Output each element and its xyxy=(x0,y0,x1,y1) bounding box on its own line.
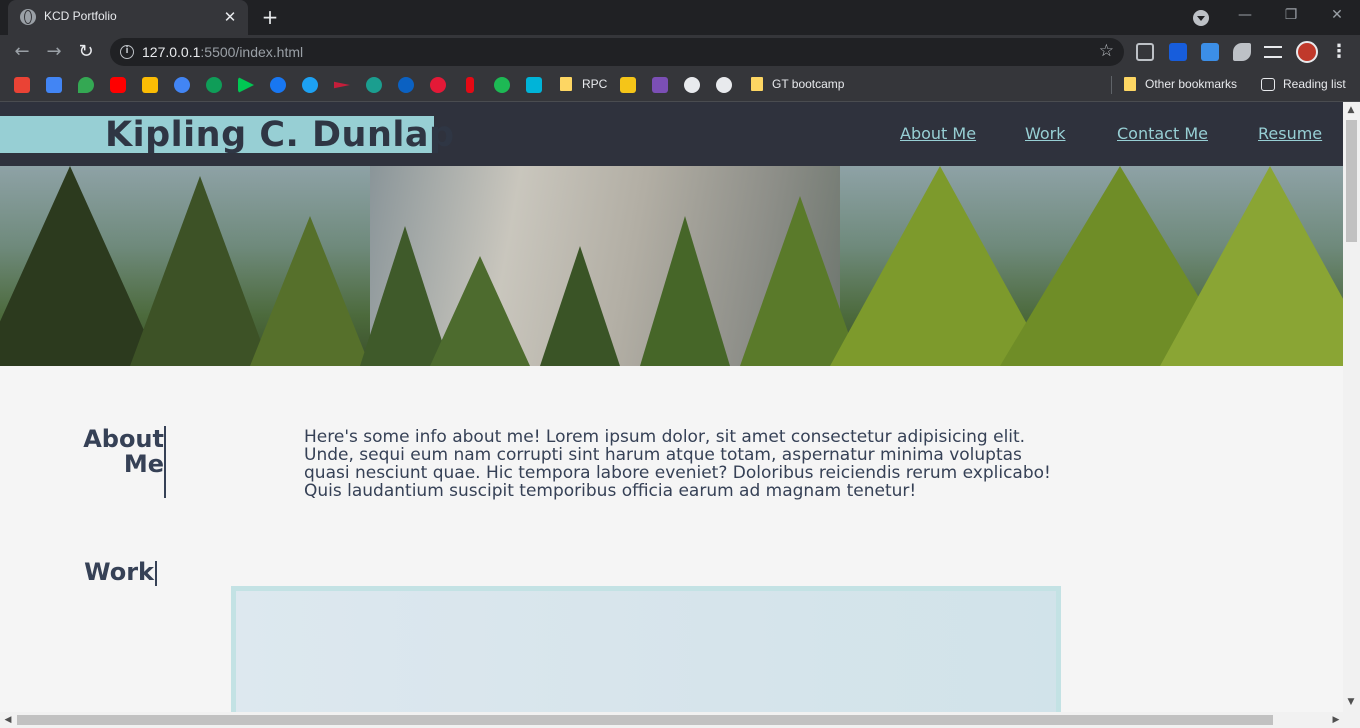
reading-list[interactable]: Reading list xyxy=(1283,77,1346,91)
cast-extension-icon[interactable] xyxy=(1136,43,1154,61)
back-icon[interactable]: ← xyxy=(10,40,34,64)
tab-strip: KCD Portfolio ✕ + — ❐ ✕ xyxy=(0,0,1360,35)
maps-icon[interactable] xyxy=(78,77,94,93)
nav-work[interactable]: Work xyxy=(1025,124,1066,143)
gmail-icon[interactable] xyxy=(14,77,30,93)
news-icon[interactable] xyxy=(430,77,446,93)
folder-icon xyxy=(1124,77,1136,91)
folder-icon xyxy=(560,77,572,91)
profile-avatar[interactable] xyxy=(1296,41,1318,63)
globe-icon[interactable] xyxy=(684,77,700,93)
restore-button[interactable]: ❐ xyxy=(1276,4,1306,28)
nav-about-me[interactable]: About Me xyxy=(900,124,976,143)
other-bookmarks[interactable]: Other bookmarks xyxy=(1145,77,1237,91)
nav-resume[interactable]: Resume xyxy=(1258,124,1322,143)
close-window-button[interactable]: ✕ xyxy=(1322,4,1352,28)
vertical-scroll-thumb[interactable] xyxy=(1346,120,1357,242)
bookmark-star-icon[interactable]: ☆ xyxy=(1099,41,1114,61)
site-header: Kipling C. Dunlap About Me Work Contact … xyxy=(0,102,1343,166)
spotify-icon[interactable] xyxy=(494,77,510,93)
bookmarks-divider xyxy=(1111,76,1112,94)
bookmark-gt-bootcamp[interactable]: GT bootcamp xyxy=(772,77,844,91)
nav-contact-me[interactable]: Contact Me xyxy=(1117,124,1208,143)
bluebook-icon[interactable] xyxy=(398,77,414,93)
messages-icon[interactable] xyxy=(174,77,190,93)
photos-icon[interactable] xyxy=(206,77,222,93)
browser-toolbar: ← → ↻ i 127.0.0.1:5500/index.html ☆ ⋮ xyxy=(0,35,1360,69)
tab-search-icon[interactable] xyxy=(1193,10,1209,26)
new-tab-button[interactable]: + xyxy=(258,6,282,30)
minimize-button[interactable]: — xyxy=(1230,4,1260,28)
arrow-bookmark-icon[interactable] xyxy=(334,81,350,89)
apps-icon[interactable] xyxy=(142,77,158,93)
extensions-puzzle-icon[interactable] xyxy=(1233,43,1251,61)
info-icon[interactable]: i xyxy=(120,45,134,59)
tab-title: KCD Portfolio xyxy=(44,9,117,23)
facebook-icon[interactable] xyxy=(270,77,286,93)
screenshot-extension-icon[interactable] xyxy=(1201,43,1219,61)
about-title-bar xyxy=(164,426,166,498)
address-bar[interactable]: i 127.0.0.1:5500/index.html ☆ xyxy=(110,38,1124,66)
h-icon[interactable] xyxy=(652,77,668,93)
bolt-icon[interactable] xyxy=(620,77,636,93)
play-store-icon[interactable] xyxy=(238,77,254,93)
bookmark-rpc[interactable]: RPC xyxy=(582,77,607,91)
forward-icon[interactable]: → xyxy=(42,40,66,64)
calendar-icon[interactable] xyxy=(46,77,62,93)
github-icon[interactable] xyxy=(716,77,732,93)
bitwarden-icon[interactable] xyxy=(1169,43,1187,61)
scroll-right-arrow[interactable]: ▶ xyxy=(1328,712,1344,728)
scroll-down-arrow[interactable]: ▼ xyxy=(1343,694,1359,710)
url-text[interactable]: 127.0.0.1:5500/index.html xyxy=(142,44,303,60)
netflix-icon[interactable] xyxy=(466,77,474,93)
hero-image xyxy=(0,166,1343,366)
work-title: Work xyxy=(84,558,154,586)
youtube-icon[interactable] xyxy=(110,77,126,93)
globe-icon xyxy=(20,9,36,25)
scroll-left-arrow[interactable]: ◀ xyxy=(0,712,16,728)
about-title: About Me xyxy=(83,425,164,478)
work-feature-card[interactable] xyxy=(231,586,1061,712)
bookmarks-bar: RPC GT bootcamp Other bookmarks Reading … xyxy=(0,69,1360,102)
menu-kebab-icon[interactable]: ⋮ xyxy=(1330,40,1348,64)
media-control-icon[interactable] xyxy=(1264,46,1282,58)
browser-tab[interactable]: KCD Portfolio ✕ xyxy=(8,0,248,35)
horizontal-scroll-thumb[interactable] xyxy=(17,715,1273,725)
canvas-icon[interactable] xyxy=(526,77,542,93)
close-tab-icon[interactable]: ✕ xyxy=(220,7,240,27)
folder-icon xyxy=(751,77,763,91)
reading-list-icon[interactable] xyxy=(1261,78,1275,91)
twitter-icon[interactable] xyxy=(302,77,318,93)
page-viewport: Kipling C. Dunlap About Me Work Contact … xyxy=(0,102,1343,712)
about-text: Here's some info about me! Lorem ipsum d… xyxy=(304,427,1051,501)
scroll-up-arrow[interactable]: ▲ xyxy=(1343,102,1359,118)
work-title-bar xyxy=(155,561,157,586)
vpn-icon[interactable] xyxy=(366,77,382,93)
reload-icon[interactable]: ↻ xyxy=(74,40,98,64)
site-name: Kipling C. Dunlap xyxy=(105,115,455,155)
